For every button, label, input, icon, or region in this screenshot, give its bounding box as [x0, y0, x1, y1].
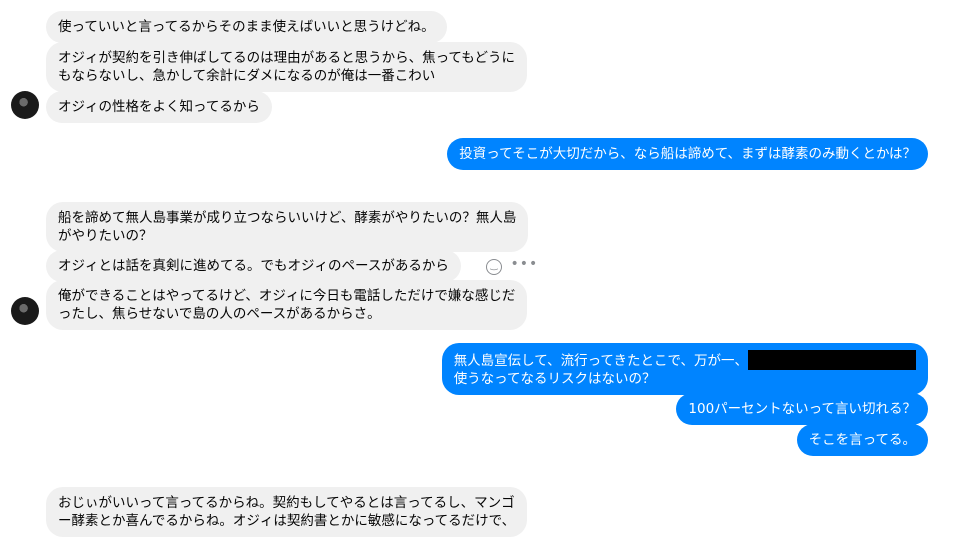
avatar[interactable]: [11, 91, 39, 119]
message-line: 無人島宣伝して、流行ってきたとこで、万が一、: [454, 350, 916, 370]
message-text: オジィとは話を真剣に進めてる。でもオジィのペースがあるから: [58, 258, 449, 274]
message-incoming[interactable]: 俺ができることはやってるけど、オジィに今日も電話しただけで嫌な感じだ ったし、焦…: [46, 280, 528, 330]
message-outgoing[interactable]: 投資ってそこが大切だから、なら船は諦めて、まずは酵素のみ動くとかは？: [447, 138, 928, 170]
message-line: がやりたいの？: [58, 228, 153, 244]
message-line: 使うなってなるリスクはないの？: [453, 371, 656, 387]
message-outgoing[interactable]: 100パーセントないって言い切れる？: [676, 393, 928, 425]
message-incoming[interactable]: 使っていいと言ってるからそのまま使えばいいと思うけどね。: [46, 11, 447, 43]
message-line: もならないし、急かして余計にダメになるのが俺は一番こわい: [58, 68, 436, 84]
message-line: おじぃがいいって言ってるからね。契約もしてやるとは言ってるし、マンゴ: [58, 495, 515, 511]
avatar[interactable]: [11, 297, 39, 325]
redaction-block: [748, 350, 916, 370]
message-text: 投資ってそこが大切だから、なら船は諦めて、まずは酵素のみ動くとかは？: [459, 146, 916, 162]
message-text: オジィの性格をよく知ってるから: [58, 99, 260, 115]
message-actions: ‿ •••: [486, 255, 538, 275]
message-outgoing[interactable]: 無人島宣伝して、流行ってきたとこで、万が一、 使うなってなるリスクはないの？: [441, 343, 928, 395]
message-outgoing[interactable]: そこを言ってる。: [796, 424, 928, 456]
message-incoming[interactable]: おじぃがいいって言ってるからね。契約もしてやるとは言ってるし、マンゴ ー酵素とか…: [46, 487, 528, 537]
message-line: ったし、焦らせないで島の人のペースがあるからさ。: [58, 306, 381, 322]
message-text: 100パーセントないって言い切れる？: [688, 401, 916, 417]
message-text: 使っていいと言ってるからそのまま使えばいいと思うけどね。: [58, 19, 435, 35]
message-incoming[interactable]: オジィの性格をよく知ってるから: [46, 91, 272, 123]
ellipsis-icon[interactable]: •••: [510, 256, 538, 272]
message-line: ー酵素とか喜んでるからね。オジィは契約書とかに敏感になってるだけで、: [58, 513, 516, 529]
message-line: 俺ができることはやってるけど、オジィに今日も電話しただけで嫌な感じだ: [58, 288, 516, 304]
message-line: 船を諦めて無人島事業が成り立つならいいけど、酵素がやりたいの？無人島: [58, 210, 517, 226]
message-incoming[interactable]: オジィが契約を引き伸ばしてるのは理由があると思うから、焦ってもどうに もならない…: [46, 42, 527, 92]
message-line: オジィが契約を引き伸ばしてるのは理由があると思うから、焦ってもどうに: [58, 50, 515, 66]
smiley-icon[interactable]: ‿: [486, 259, 502, 275]
message-text: そこを言ってる。: [808, 432, 916, 448]
message-incoming[interactable]: 船を諦めて無人島事業が成り立つならいいけど、酵素がやりたいの？無人島 がやりたい…: [46, 202, 529, 252]
message-incoming[interactable]: オジィとは話を真剣に進めてる。でもオジィのペースがあるから: [46, 250, 461, 282]
